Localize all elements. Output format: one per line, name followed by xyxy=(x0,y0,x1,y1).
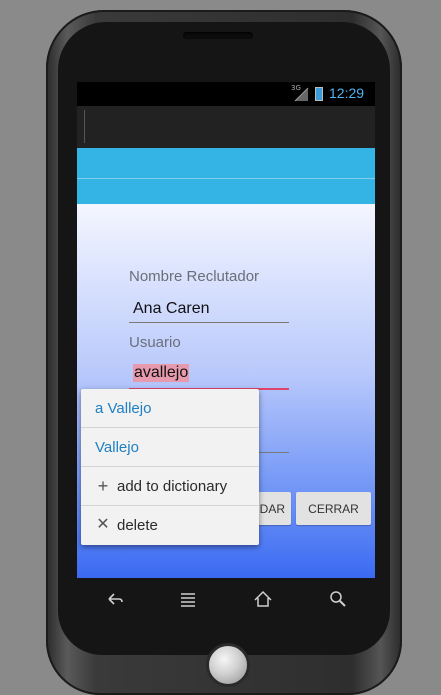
signal-3g-icon: 3G xyxy=(291,84,309,102)
plus-icon: + xyxy=(97,476,109,496)
add-to-dictionary-label: add to dictionary xyxy=(117,477,228,495)
recruiter-name-label: Nombre Reclutador xyxy=(129,268,260,285)
menu-icon[interactable] xyxy=(177,588,199,610)
home-icon[interactable] xyxy=(252,588,274,610)
x-icon: ✕ xyxy=(96,516,110,533)
search-icon[interactable] xyxy=(327,588,349,610)
password-field-underline xyxy=(257,452,289,453)
save-button-label: DAR xyxy=(259,501,285,516)
recruiter-name-field[interactable]: Ana Caren xyxy=(133,300,210,318)
delete-item[interactable]: ✕ delete xyxy=(81,506,259,544)
back-icon[interactable] xyxy=(103,588,125,610)
status-bar: 3G 12:29 xyxy=(77,82,375,106)
header-band-line xyxy=(77,178,375,179)
action-bar-divider xyxy=(84,110,85,143)
suggestion-item-a-vallejo[interactable]: a Vallejo xyxy=(81,389,259,427)
close-button-label: CERRAR xyxy=(308,501,359,516)
user-field[interactable]: avallejo xyxy=(133,364,190,382)
spell-suggestion-popup: a Vallejo Vallejo + add to dictionary ✕ … xyxy=(81,389,259,545)
delete-label: delete xyxy=(117,516,158,534)
close-button[interactable]: CERRAR xyxy=(296,492,371,525)
header-band xyxy=(77,148,375,204)
hardware-home-button[interactable] xyxy=(206,643,250,687)
suggestion-item-vallejo[interactable]: Vallejo xyxy=(81,428,259,466)
phone-earpiece xyxy=(183,32,253,39)
suggestion-label: Vallejo xyxy=(95,438,139,456)
user-label: Usuario xyxy=(129,334,181,351)
recruiter-name-underline xyxy=(129,322,289,323)
navigation-bar xyxy=(77,578,375,622)
battery-icon xyxy=(315,87,323,101)
add-to-dictionary-item[interactable]: + add to dictionary xyxy=(81,467,259,505)
suggestion-label: a Vallejo xyxy=(95,399,152,417)
action-bar xyxy=(77,106,375,148)
status-time: 12:29 xyxy=(329,85,365,101)
